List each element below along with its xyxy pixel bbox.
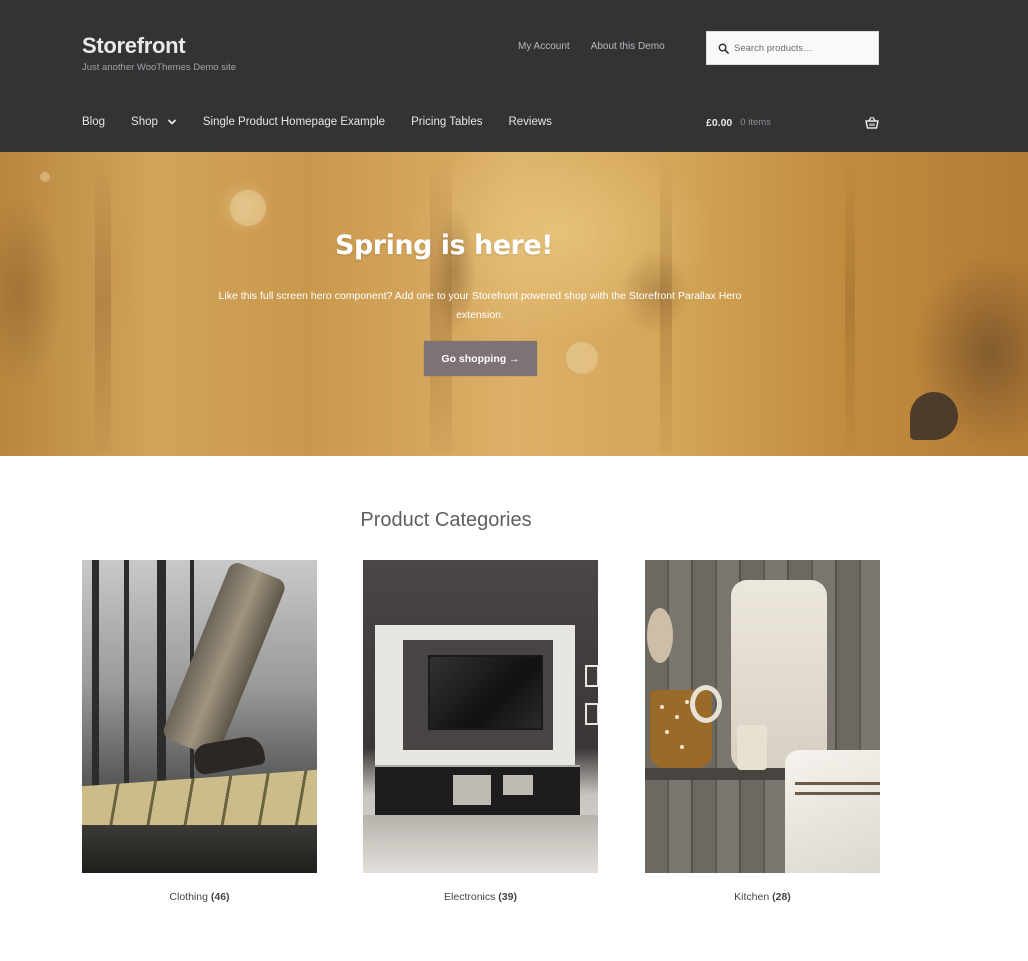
- image-detail: [690, 685, 722, 723]
- search-box[interactable]: [706, 31, 879, 65]
- image-detail: [503, 775, 533, 795]
- section-title: Product Categories: [360, 509, 532, 531]
- cart-count: 0 items: [740, 117, 771, 128]
- nav-item-label: Shop: [131, 116, 158, 128]
- category-count: (28): [772, 891, 791, 903]
- image-detail: [160, 560, 288, 759]
- nav-item-single-product[interactable]: Single Product Homepage Example: [203, 116, 385, 128]
- site-header: Storefront Just another WooThemes Demo s…: [0, 0, 1028, 152]
- category-image[interactable]: [363, 560, 598, 873]
- hero-text: Like this full screen hero component? Ad…: [218, 290, 742, 321]
- site-tagline: Just another WooThemes Demo site: [82, 62, 237, 73]
- image-detail: [124, 560, 129, 790]
- nav-item-blog[interactable]: Blog: [82, 116, 105, 128]
- hero-banner: Spring is here! Like this full screen he…: [0, 152, 1028, 456]
- nav-item-reviews[interactable]: Reviews: [508, 116, 551, 128]
- image-detail: [363, 815, 598, 873]
- image-detail: [680, 745, 684, 749]
- category-image[interactable]: [645, 560, 880, 873]
- nav-item-label: Single Product Homepage Example: [202, 116, 386, 128]
- category-clothing[interactable]: Clothing (46): [82, 560, 317, 903]
- hero-decor: [230, 190, 266, 226]
- image-detail: [157, 560, 166, 790]
- search-icon: [718, 43, 729, 54]
- image-detail: [795, 792, 880, 795]
- nav-item-label: Reviews: [508, 116, 552, 128]
- secondary-nav-about-demo[interactable]: About this Demo: [591, 41, 665, 52]
- category-caption[interactable]: Electronics (39): [363, 891, 598, 903]
- image-detail: [737, 725, 767, 770]
- category-count: (39): [498, 891, 517, 903]
- image-detail: [647, 608, 673, 663]
- category-count: (46): [210, 891, 230, 903]
- image-detail: [92, 560, 99, 790]
- hero-decor: [845, 152, 855, 452]
- main-nav: Blog Shop Single Product Homepage Exampl…: [82, 116, 578, 128]
- hero-decor: [95, 152, 111, 452]
- category-caption[interactable]: Kitchen (28): [645, 891, 880, 903]
- image-detail: [453, 775, 491, 805]
- image-detail: [428, 655, 543, 730]
- nav-item-pricing-tables[interactable]: Pricing Tables: [411, 116, 482, 128]
- category-electronics[interactable]: Electronics (39): [363, 560, 598, 903]
- nav-item-label: Pricing Tables: [411, 116, 483, 128]
- category-name: Clothing: [169, 891, 208, 903]
- category-kitchen[interactable]: Kitchen (28): [645, 560, 880, 903]
- image-detail: [665, 730, 669, 734]
- secondary-nav-my-account[interactable]: My Account: [518, 41, 570, 52]
- image-detail: [785, 750, 880, 873]
- category-name: Kitchen: [734, 891, 770, 903]
- hero-decor: [566, 342, 598, 374]
- image-detail: [585, 665, 598, 687]
- image-detail: [585, 703, 598, 725]
- nav-item-label: Blog: [82, 116, 106, 128]
- hero-decor: [40, 172, 50, 182]
- basket-icon: [865, 116, 879, 129]
- cart-total: £0.00: [706, 116, 733, 129]
- go-shopping-button[interactable]: Go shopping →: [424, 341, 537, 376]
- hero-title: Spring is here!: [335, 230, 554, 261]
- image-detail: [795, 782, 880, 785]
- image-detail: [675, 715, 679, 719]
- nav-item-shop[interactable]: Shop: [131, 116, 177, 128]
- image-detail: [660, 705, 664, 709]
- search-input[interactable]: [734, 42, 874, 54]
- category-name: Electronics: [444, 891, 496, 903]
- hero-decor: [910, 392, 958, 440]
- site-title[interactable]: Storefront: [82, 33, 186, 59]
- category-caption[interactable]: Clothing (46): [82, 891, 317, 903]
- image-detail: [685, 700, 689, 704]
- chevron-down-icon: [167, 119, 176, 125]
- image-detail: [82, 825, 317, 873]
- category-image[interactable]: [82, 560, 317, 873]
- secondary-nav: My Account About this Demo: [518, 41, 665, 52]
- cart-link[interactable]: £0.00 0 items: [706, 116, 879, 129]
